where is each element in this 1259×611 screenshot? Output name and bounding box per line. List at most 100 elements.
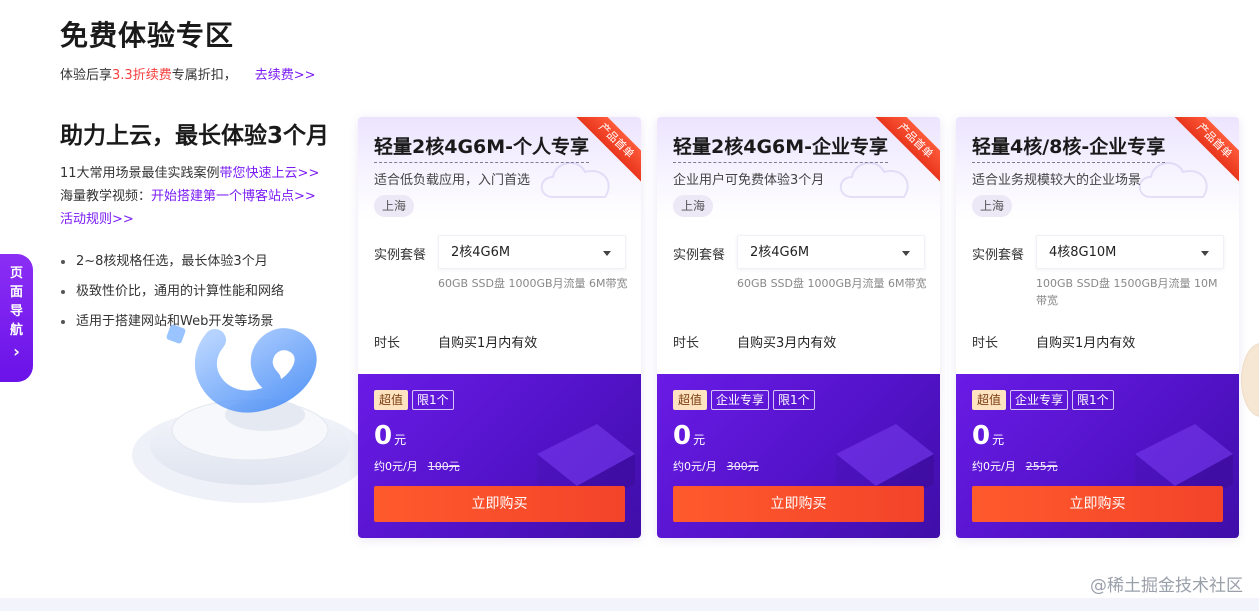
card-title: 轻量4核/8核-企业专享 bbox=[972, 132, 1166, 163]
page-title: 免费体验专区 bbox=[60, 19, 235, 52]
chevron-right-icon: › bbox=[13, 342, 20, 361]
price: 0元 bbox=[374, 421, 406, 451]
region-tag[interactable]: 上海 bbox=[374, 195, 415, 217]
card-description: 适合低负载应用，入门首选 bbox=[374, 173, 531, 188]
tag-list: 超值 企业专享 限1个 bbox=[972, 390, 1114, 410]
watermark: @稀土掘金技术社区 bbox=[1090, 576, 1243, 596]
offer-card: 轻量2核4G6M-个人专享 适合低负载应用，入门首选 上海 实例套餐 2核4G6… bbox=[358, 117, 641, 538]
package-spec: 60GB SSD盘 1000GB月流量 6M带宽 bbox=[737, 277, 927, 290]
tag-list: 超值 企业专享 限1个 bbox=[673, 390, 815, 410]
buy-button[interactable]: 立即购买 bbox=[673, 486, 924, 522]
price: 0元 bbox=[972, 421, 1004, 451]
super-value-tag: 超值 bbox=[972, 390, 1007, 410]
card-title: 轻量2核4G6M-企业专享 bbox=[673, 132, 889, 163]
package-select[interactable]: 4核8G10M bbox=[1036, 235, 1224, 269]
price: 0元 bbox=[673, 421, 705, 451]
first-order-ribbon: 产品首单 bbox=[1165, 117, 1239, 190]
first-order-ribbon: 产品首单 bbox=[567, 117, 641, 190]
package-spec: 100GB SSD盘 1500GB月流量 10M带宽 bbox=[1036, 277, 1218, 307]
duration-label: 时长 bbox=[374, 336, 401, 351]
subtitle-text: 体验后享 bbox=[60, 68, 113, 83]
page-nav-tab[interactable]: 页 面 导 航 › bbox=[0, 254, 33, 382]
ribbon-label: 产品首单 bbox=[868, 117, 940, 188]
duration-value: 自购买1月内有效 bbox=[438, 336, 538, 351]
price-unit: 元 bbox=[693, 433, 706, 447]
package-label: 实例套餐 bbox=[374, 248, 427, 263]
price-value: 0 bbox=[374, 421, 393, 451]
duration-value: 自购买3月内有效 bbox=[737, 336, 837, 351]
first-order-ribbon: 产品首单 bbox=[866, 117, 940, 190]
package-select-value: 4核8G10M bbox=[1049, 245, 1117, 260]
package-select[interactable]: 2核4G6M bbox=[737, 235, 925, 269]
cases-line: 11大常用场景最佳实践案例带您快速上云>> bbox=[60, 162, 360, 185]
duration-value: 自购买1月内有效 bbox=[1036, 336, 1136, 351]
cases-text: 11大常用场景最佳实践案例 bbox=[60, 166, 220, 181]
limit-tag: 限1个 bbox=[412, 390, 454, 410]
monthly-price: 约0元/月 300元 bbox=[673, 458, 759, 474]
cases-link[interactable]: 带您快速上云>> bbox=[220, 166, 320, 181]
subtitle: 体验后享3.3折续费专属折扣， 去续费>> bbox=[60, 64, 316, 83]
videos-line: 海量教学视频：开始搭建第一个博客站点>> bbox=[60, 185, 360, 208]
offer-card: 轻量4核/8核-企业专享 适合业务规模较大的企业场景 上海 实例套餐 4核8G1… bbox=[956, 117, 1239, 538]
limit-tag: 限1个 bbox=[773, 390, 815, 410]
bottom-strip bbox=[0, 598, 1259, 611]
original-price: 255元 bbox=[1025, 460, 1058, 473]
videos-link[interactable]: 开始搭建第一个博客站点>> bbox=[151, 189, 316, 204]
region-tag[interactable]: 上海 bbox=[673, 195, 714, 217]
ribbon-label: 产品首单 bbox=[1167, 117, 1239, 188]
caret-down-icon bbox=[1201, 251, 1209, 256]
region-tag[interactable]: 上海 bbox=[972, 195, 1013, 217]
package-spec: 60GB SSD盘 1000GB月流量 6M带宽 bbox=[438, 277, 628, 290]
card-price-area: 超值 企业专享 限1个 0元 约0元/月 300元 立即购买 bbox=[657, 374, 940, 538]
monthly-price-text: 约0元/月 bbox=[972, 460, 1016, 473]
buy-button[interactable]: 立即购买 bbox=[374, 486, 625, 522]
card-price-area: 超值 企业专享 限1个 0元 约0元/月 255元 立即购买 bbox=[956, 374, 1239, 538]
feature-item: 2~8核规格任选，最长体验3个月 bbox=[60, 247, 360, 277]
original-price: 100元 bbox=[427, 460, 460, 473]
ribbon-label: 产品首单 bbox=[569, 117, 641, 188]
offer-card: 轻量2核4G6M-企业专享 企业用户可免费体验3个月 上海 实例套餐 2核4G6… bbox=[657, 117, 940, 538]
package-select-value: 2核4G6M bbox=[750, 245, 810, 260]
renew-link[interactable]: 去续费>> bbox=[255, 68, 316, 83]
package-label: 实例套餐 bbox=[673, 248, 726, 263]
side-nav-char: 航 bbox=[9, 323, 23, 338]
card-price-area: 超值 限1个 0元 约0元/月 100元 立即购买 bbox=[358, 374, 641, 538]
floating-widget[interactable] bbox=[1241, 343, 1259, 417]
enterprise-tag: 企业专享 bbox=[711, 390, 770, 410]
caret-down-icon bbox=[603, 251, 611, 256]
monthly-price: 约0元/月 255元 bbox=[972, 458, 1058, 474]
package-label: 实例套餐 bbox=[972, 248, 1025, 263]
enterprise-tag: 企业专享 bbox=[1010, 390, 1069, 410]
subtitle-suffix: 专属折扣， bbox=[171, 68, 237, 83]
discount-highlight: 3.3折续费 bbox=[112, 68, 172, 83]
price-unit: 元 bbox=[992, 433, 1005, 447]
rules-link[interactable]: 活动规则>> bbox=[60, 212, 134, 227]
promo-heading: 助力上云，最长体验3个月 bbox=[60, 123, 330, 149]
tag-list: 超值 限1个 bbox=[374, 390, 454, 410]
monthly-price-text: 约0元/月 bbox=[374, 460, 418, 473]
side-nav-char: 导 bbox=[9, 304, 23, 319]
caret-down-icon bbox=[902, 251, 910, 256]
side-nav-char: 页 bbox=[9, 266, 23, 281]
card-description: 适合业务规模较大的企业场景 bbox=[972, 173, 1142, 188]
videos-text: 海量教学视频： bbox=[60, 189, 152, 204]
original-price: 300元 bbox=[726, 460, 759, 473]
super-value-tag: 超值 bbox=[374, 390, 409, 410]
card-description: 企业用户可免费体验3个月 bbox=[673, 173, 825, 188]
package-select-value: 2核4G6M bbox=[451, 245, 511, 260]
limit-tag: 限1个 bbox=[1072, 390, 1114, 410]
side-nav-char: 面 bbox=[9, 285, 23, 300]
monthly-price-text: 约0元/月 bbox=[673, 460, 717, 473]
duration-label: 时长 bbox=[972, 336, 999, 351]
cloud-illustration bbox=[132, 324, 368, 503]
price-unit: 元 bbox=[394, 433, 407, 447]
card-title: 轻量2核4G6M-个人专享 bbox=[374, 132, 590, 163]
rules-line: 活动规则>> bbox=[60, 208, 360, 231]
super-value-tag: 超值 bbox=[673, 390, 708, 410]
package-select[interactable]: 2核4G6M bbox=[438, 235, 626, 269]
price-value: 0 bbox=[673, 421, 692, 451]
buy-button[interactable]: 立即购买 bbox=[972, 486, 1223, 522]
monthly-price: 约0元/月 100元 bbox=[374, 458, 460, 474]
duration-label: 时长 bbox=[673, 336, 700, 351]
price-value: 0 bbox=[972, 421, 991, 451]
